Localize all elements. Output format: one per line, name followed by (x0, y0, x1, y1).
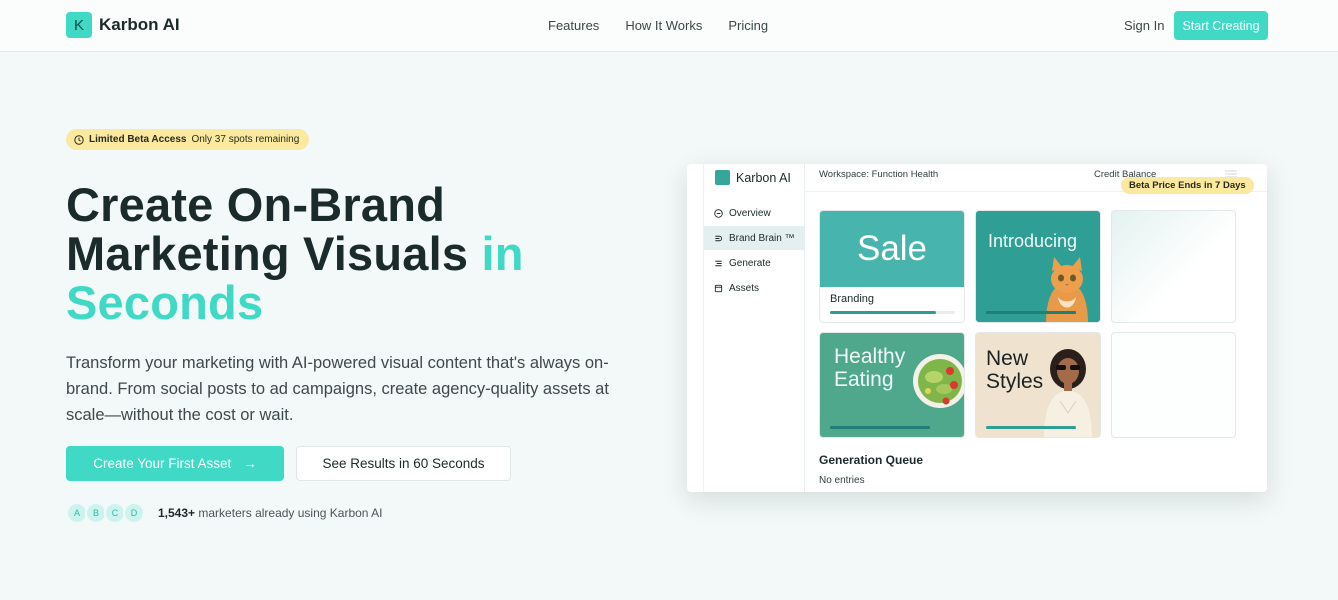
nav-link-features[interactable]: Features (548, 18, 599, 33)
social-proof: A B C D 1,543+ marketers already using K… (66, 502, 383, 524)
sidebar-item-label: Overview (729, 207, 771, 219)
hero-title-accent-seconds: Seconds (66, 276, 264, 329)
top-navbar: K Karbon AI Features How It Works Pricin… (0, 0, 1338, 52)
asset-card-placeholder[interactable] (1111, 332, 1236, 438)
hero-title-accent-in: in (481, 227, 524, 280)
lines-icon (715, 260, 722, 266)
beta-access-badge: Limited Beta Access Only 37 spots remain… (66, 129, 310, 150)
folder-icon (714, 284, 723, 292)
progress-fill (830, 426, 930, 429)
progress-bar (986, 311, 1076, 314)
start-creating-button[interactable]: Start Creating (1174, 11, 1268, 40)
sidebar-item-label: Assets (729, 282, 760, 294)
nav-link-pricing[interactable]: Pricing (728, 18, 768, 33)
logo-mark: K (66, 12, 92, 38)
badge-spots: Only 37 spots remaining (191, 134, 300, 145)
brand-name: Karbon AI (99, 15, 180, 34)
proof-caption: marketers already using Karbon AI (198, 506, 383, 520)
dashboard-sidebar: Karbon AI Overview Brand Brain ™ Generat… (703, 164, 805, 492)
generation-queue-empty: No entries (819, 475, 865, 486)
dashboard-logo: Karbon AI (715, 170, 791, 185)
intro-headline: Introducing (988, 231, 1078, 251)
healthy-headline: Healthy Eating (834, 345, 905, 391)
workspace-label: Workspace: Function Health (819, 169, 939, 180)
see-results-button[interactable]: See Results in 60 Seconds (296, 446, 511, 481)
woman-illustration (1044, 349, 1092, 437)
sidebar-item-assets[interactable]: Assets (704, 276, 805, 300)
arrow-right-icon: → (243, 456, 257, 471)
card-label: Branding (830, 293, 875, 305)
salad-bowl-illustration (913, 354, 964, 408)
beta-price-badge: Beta Price Ends in 7 Days (1121, 177, 1254, 194)
asset-card-sale[interactable]: Sale Branding (819, 210, 965, 323)
sidebar-item-generate[interactable]: Generate (704, 251, 805, 275)
create-first-asset-button[interactable]: Create Your First Asset → (66, 446, 284, 481)
nav-link-how-it-works[interactable]: How It Works (625, 18, 702, 33)
styles-headline: New Styles (986, 347, 1043, 393)
dashboard-preview: Karbon AI Overview Brand Brain ™ Generat… (687, 164, 1267, 492)
circle-minus-icon (714, 208, 723, 218)
create-first-asset-label: Create Your First Asset (93, 456, 232, 471)
avatar-group: A B C D (66, 502, 145, 524)
hero-subtitle: Transform your marketing with AI-powered… (66, 354, 609, 424)
healthy-line2: Eating (834, 368, 894, 391)
sale-headline: Sale (820, 211, 964, 287)
hero-title-line2: Marketing Visuals (66, 227, 469, 280)
sign-in-link[interactable]: Sign In (1124, 18, 1164, 33)
progress-bar (986, 426, 1076, 429)
hero-title-line1: Create On-Brand (66, 178, 446, 231)
asset-card-healthy-eating[interactable]: Healthy Eating (819, 332, 965, 438)
progress-fill (986, 311, 1076, 314)
proof-count: 1,543+ (158, 506, 196, 520)
healthy-line1: Healthy (834, 345, 906, 368)
sidebar-item-overview[interactable]: Overview (704, 201, 805, 225)
dashboard-logo-mark (715, 170, 730, 185)
sidebar-item-label: Generate (729, 257, 771, 269)
brand-logo[interactable]: K Karbon AI (66, 12, 180, 38)
nav-links: Features How It Works Pricing (548, 18, 768, 33)
avatar: D (123, 502, 145, 524)
asset-card-placeholder[interactable] (1111, 210, 1236, 323)
progress-bar (830, 311, 955, 314)
sidebar-item-brand-brain[interactable]: Brand Brain ™ (704, 226, 805, 250)
brain-icon (715, 235, 723, 241)
asset-card-new-styles[interactable]: New Styles (975, 332, 1101, 438)
clock-icon (74, 134, 84, 145)
proof-text: 1,543+ marketers already using Karbon AI (158, 506, 383, 520)
sidebar-item-label: Brand Brain ™ (729, 232, 795, 244)
hero-title: Create On-Brand Marketing Visuals in Sec… (66, 180, 626, 327)
asset-card-introducing[interactable]: Introducing (975, 210, 1101, 323)
progress-bar (830, 426, 930, 429)
styles-line2: Styles (986, 370, 1044, 393)
progress-fill (986, 426, 1076, 429)
styles-line1: New (986, 347, 1029, 370)
badge-title: Limited Beta Access (89, 134, 187, 145)
progress-fill (830, 311, 937, 314)
generation-queue-title: Generation Queue (819, 453, 924, 467)
dashboard-brand: Karbon AI (736, 170, 791, 185)
